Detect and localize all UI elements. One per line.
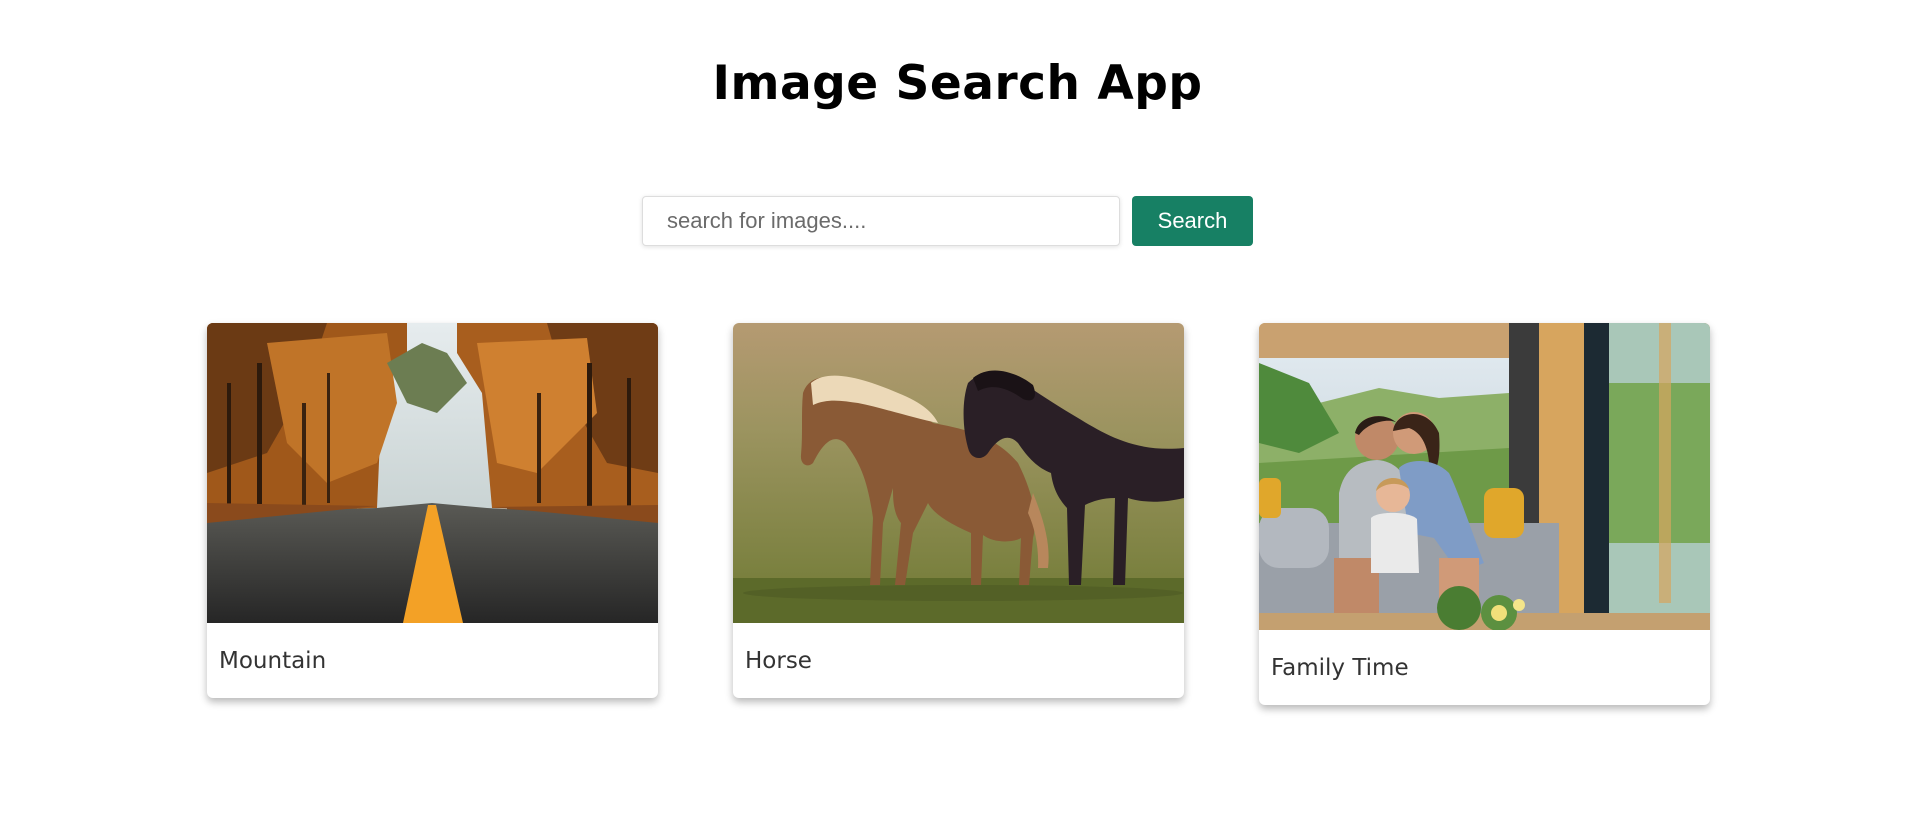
image-card: Mountain [207,323,658,698]
page-title: Image Search App [712,56,1203,111]
card-footer: Family Time [1259,630,1710,705]
image-card: Horse [733,323,1184,698]
card-footer: Mountain [207,623,658,698]
horses-photo[interactable] [733,323,1184,623]
autumn-road-photo[interactable] [207,323,658,623]
search-input[interactable] [642,196,1120,246]
page: Image Search App Search [0,0,1915,820]
card-link[interactable]: Family Time [1259,655,1421,681]
card-link[interactable]: Horse [733,648,824,674]
card-footer: Horse [733,623,1184,698]
card-link[interactable]: Mountain [207,648,338,674]
family-photo[interactable] [1259,323,1710,630]
image-card: Family Time [1259,323,1710,705]
search-form: Search [642,196,1253,246]
search-button[interactable]: Search [1132,196,1253,246]
